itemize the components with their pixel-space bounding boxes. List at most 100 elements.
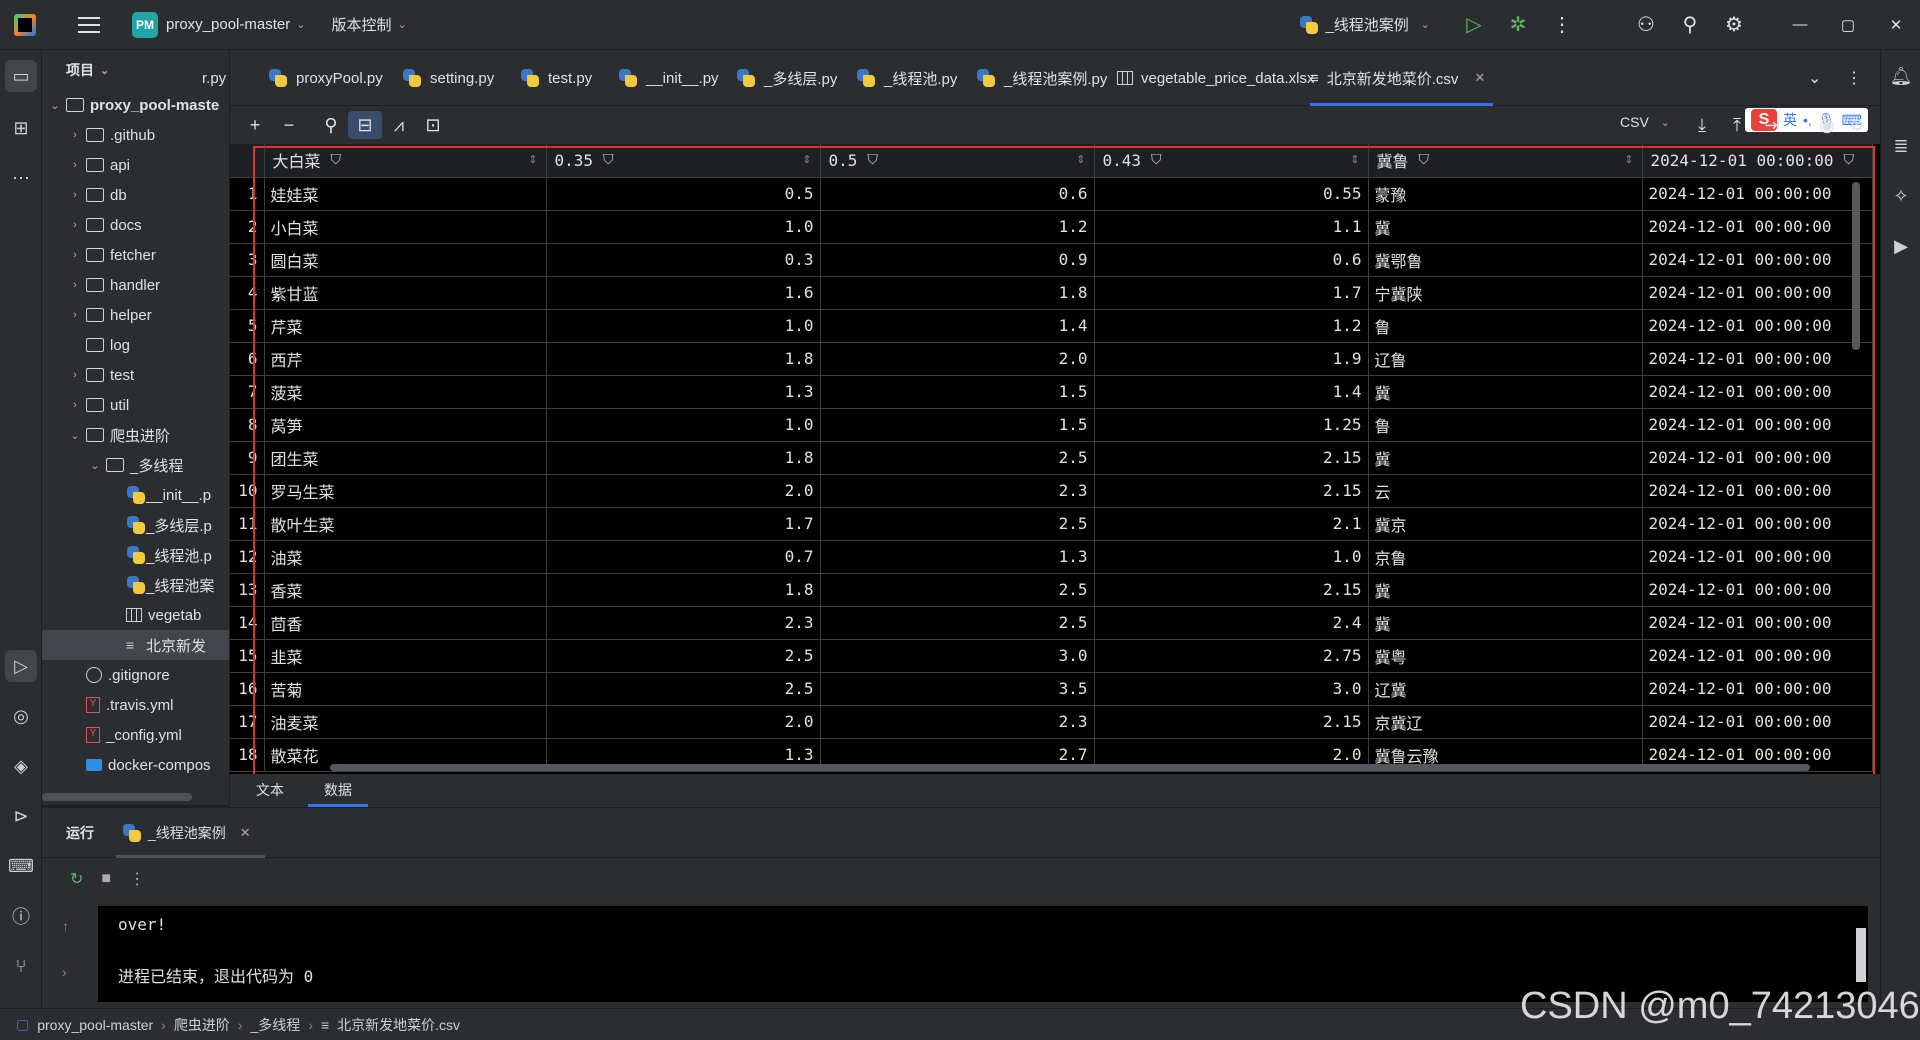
table-cell[interactable]: 2.1 — [1094, 507, 1369, 541]
table-cell[interactable]: 1.1 — [1094, 210, 1369, 244]
filter-icon[interactable]: ⛉ — [1151, 152, 1162, 168]
editor-tab[interactable]: vegetable_price_data.xlsx — [1117, 50, 1322, 106]
table-cell[interactable]: 1.0 — [546, 408, 821, 442]
table-cell[interactable]: 2.5 — [820, 507, 1095, 541]
table-cell[interactable]: 1.4 — [820, 309, 1095, 343]
tree-item[interactable]: ⌄ 爬虫进阶 — [42, 420, 229, 450]
table-cell[interactable]: 宁冀陕 — [1368, 276, 1643, 310]
close-window-button[interactable]: ✕ — [1872, 16, 1920, 34]
format-selector[interactable]: CSV ⌄ — [1620, 114, 1670, 130]
table-cell[interactable]: 2024-12-01 00:00:00 — [1642, 474, 1873, 508]
breadcrumb-item[interactable]: 北京新发地菜价.csv — [337, 1015, 460, 1035]
table-row[interactable]: 9 团生菜 1.8 2.5 2.15 冀 2024-12-01 00:00:00 — [230, 441, 1873, 475]
table-cell[interactable]: 2.5 — [546, 672, 821, 706]
table-cell[interactable]: 冀鄂鲁 — [1368, 243, 1643, 277]
table-cell[interactable]: 辽冀 — [1368, 672, 1643, 706]
table-cell[interactable]: 冀 — [1368, 210, 1643, 244]
table-cell[interactable]: 鲁 — [1368, 309, 1643, 343]
table-cell[interactable]: 0.9 — [820, 243, 1095, 277]
table-row[interactable]: 11 散叶生菜 1.7 2.5 2.1 冀京 2024-12-01 00:00:00 — [230, 507, 1873, 541]
editor-tab[interactable]: _线程池.py — [856, 50, 965, 106]
debug-button[interactable]: ✲ — [1496, 12, 1540, 37]
editor-tab[interactable]: _多线层.py — [736, 50, 845, 106]
table-cell[interactable]: 2.75 — [1094, 639, 1369, 673]
table-cell[interactable]: 蒙豫 — [1368, 177, 1643, 211]
table-row[interactable]: 10 罗马生菜 2.0 2.3 2.15 云 2024-12-01 00:00:00 — [230, 474, 1873, 508]
table-cell[interactable]: 0.55 — [1094, 177, 1369, 211]
table-cell[interactable]: 2.15 — [1094, 474, 1369, 508]
table-cell[interactable]: 2024-12-01 00:00:00 — [1642, 243, 1873, 277]
tabs-more-icon[interactable]: ⋮ — [1846, 68, 1862, 88]
chevron-icon[interactable]: › — [68, 219, 82, 231]
preview-icon[interactable]: ◉ — [1810, 111, 1844, 139]
tree-item[interactable]: docker-compos — [42, 750, 229, 780]
vcs-menu[interactable]: 版本控制 ⌄ — [331, 14, 406, 35]
table-cell[interactable]: 云 — [1368, 474, 1643, 508]
tree-item[interactable]: _多线层.p — [42, 510, 229, 540]
table-cell[interactable]: 娃娃菜 — [264, 177, 547, 211]
tree-item[interactable]: __init__.p — [42, 480, 229, 510]
expand-icon[interactable]: › — [62, 964, 69, 980]
problems-icon[interactable]: ⓘ — [5, 900, 37, 932]
table-cell[interactable]: 1.8 — [546, 342, 821, 376]
settings-icon[interactable]: ⚙ — [1712, 12, 1756, 37]
table-cell[interactable]: 2024-12-01 00:00:00 — [1642, 375, 1873, 409]
table-row[interactable]: 12 油菜 0.7 1.3 1.0 京鲁 2024-12-01 00:00:00 — [230, 540, 1873, 574]
table-cell[interactable]: 3.0 — [1094, 672, 1369, 706]
tree-item[interactable]: ≡ 北京新发 — [42, 630, 229, 660]
table-cell[interactable]: 2.5 — [546, 639, 821, 673]
table-cell[interactable]: 2024-12-01 00:00:00 — [1642, 639, 1873, 673]
tree-item[interactable]: › fetcher — [42, 240, 229, 270]
table-cell[interactable]: 茴香 — [264, 606, 547, 640]
terminal-icon[interactable]: ⌨ — [5, 850, 37, 882]
close-icon[interactable]: ✕ — [1474, 70, 1485, 86]
table-cell[interactable]: 韭菜 — [264, 639, 547, 673]
chart-view-icon[interactable]: ⩘ — [382, 111, 416, 139]
table-row[interactable]: 5 芹菜 1.0 1.4 1.2 鲁 2024-12-01 00:00:00 — [230, 309, 1873, 343]
table-cell[interactable]: 2024-12-01 00:00:00 — [1642, 606, 1873, 640]
table-cell[interactable]: 2024-12-01 00:00:00 — [1642, 540, 1873, 574]
project-panel-scrollbar[interactable] — [42, 793, 192, 801]
table-cell[interactable]: 2024-12-01 00:00:00 — [1642, 177, 1873, 211]
table-row[interactable]: 1 娃娃菜 0.5 0.6 0.55 蒙豫 2024-12-01 00:00:00 — [230, 177, 1873, 211]
table-cell[interactable]: 1.25 — [1094, 408, 1369, 442]
table-cell[interactable]: 2.5 — [820, 573, 1095, 607]
table-cell[interactable]: 1.5 — [820, 408, 1095, 442]
project-switcher[interactable]: proxy_pool-master ⌄ — [166, 16, 305, 33]
table-cell[interactable]: 圆白菜 — [264, 243, 547, 277]
table-cell[interactable]: 苦菊 — [264, 672, 547, 706]
table-cell[interactable]: 2.3 — [820, 705, 1095, 739]
table-row[interactable]: 7 菠菜 1.3 1.5 1.4 冀 2024-12-01 00:00:00 — [230, 375, 1873, 409]
table-cell[interactable]: 2024-12-01 00:00:00 — [1642, 705, 1873, 739]
tree-item[interactable]: › util — [42, 390, 229, 420]
editor-tab[interactable]: __init__.py — [618, 50, 727, 106]
sort-icon[interactable]: ⇕ — [1624, 153, 1633, 166]
table-row[interactable]: 2 小白菜 1.0 1.2 1.1 冀 2024-12-01 00:00:00 — [230, 210, 1873, 244]
more-actions-icon[interactable]: ⋮ — [1540, 12, 1584, 37]
table-cell[interactable]: 2024-12-01 00:00:00 — [1642, 342, 1873, 376]
tab-data-view[interactable]: 数据 — [304, 773, 372, 807]
services-icon[interactable]: ⊳ — [5, 800, 37, 832]
tree-item[interactable]: log — [42, 330, 229, 360]
tree-item[interactable]: › handler — [42, 270, 229, 300]
table-row[interactable]: 14 茴香 2.3 2.5 2.4 冀 2024-12-01 00:00:00 — [230, 606, 1873, 640]
run-button[interactable]: ▷ — [1452, 12, 1496, 37]
breadcrumb-item[interactable]: proxy_pool-master — [37, 1017, 153, 1033]
tree-item[interactable]: Y _config.yml — [42, 720, 229, 750]
table-cell[interactable]: 鲁 — [1368, 408, 1643, 442]
table-cell[interactable]: 2.15 — [1094, 573, 1369, 607]
git-icon[interactable]: ⑂ — [5, 950, 37, 982]
table-row[interactable]: 3 圆白菜 0.3 0.9 0.6 冀鄂鲁 2024-12-01 00:00:00 — [230, 243, 1873, 277]
column-header[interactable]: 0.5 ⛉ ⇕ — [820, 144, 1095, 178]
add-row-icon[interactable]: + — [238, 111, 272, 139]
chevron-icon[interactable]: ⌄ — [88, 459, 102, 472]
structure-tool-icon[interactable]: ⊞ — [5, 112, 37, 144]
export-icon[interactable]: ⤓ — [1685, 111, 1719, 139]
table-cell[interactable]: 1.2 — [1094, 309, 1369, 343]
editor-tab[interactable]: proxyPool.py — [268, 50, 391, 106]
search-icon[interactable]: ⚲ — [1668, 12, 1712, 37]
table-cell[interactable]: 冀 — [1368, 441, 1643, 475]
table-cell[interactable]: 2024-12-01 00:00:00 — [1642, 276, 1873, 310]
table-cell[interactable]: 紫甘蓝 — [264, 276, 547, 310]
table-cell[interactable]: 1.2 — [820, 210, 1095, 244]
